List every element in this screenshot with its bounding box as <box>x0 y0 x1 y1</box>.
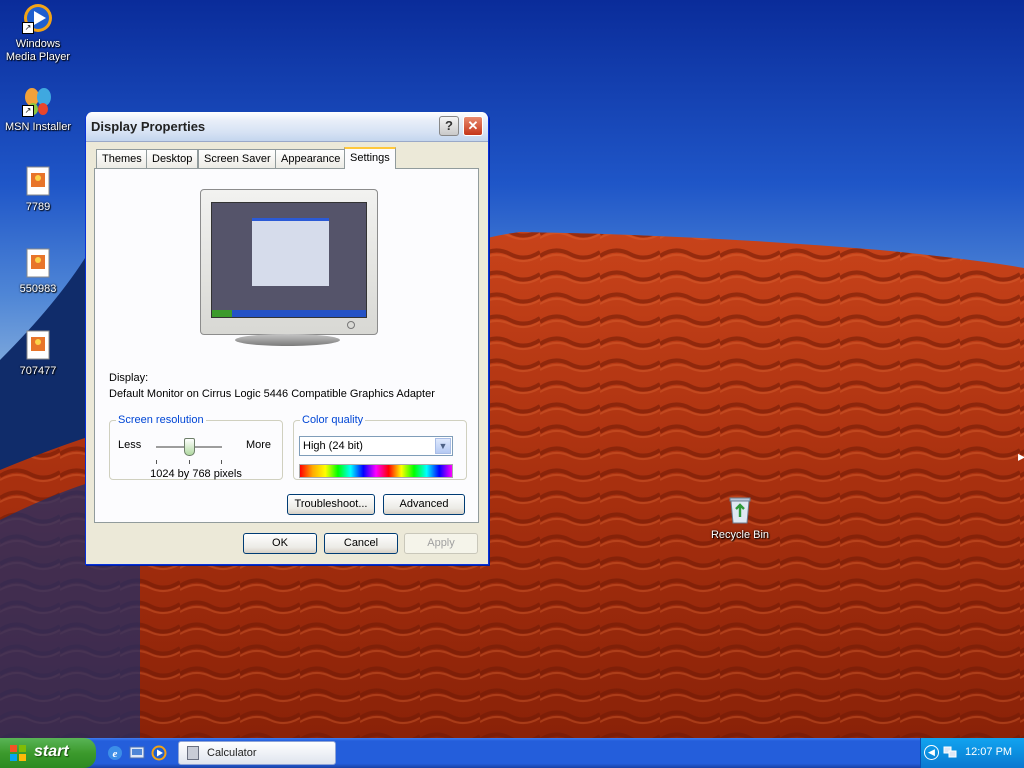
less-label: Less <box>118 439 142 451</box>
windows-logo-icon <box>10 745 26 761</box>
close-button[interactable]: ✕ <box>463 116 483 136</box>
desktop-icon-windows-media-player[interactable]: ↗ Windows Media Player <box>0 2 76 64</box>
more-label: More <box>245 439 271 451</box>
title-bar[interactable]: Display Properties ? ✕ <box>86 112 488 142</box>
settings-panel: Display: Default Monitor on Cirrus Logic… <box>94 168 479 523</box>
mouse-cursor-icon: ▸ <box>1018 448 1024 464</box>
image-file-icon <box>22 247 54 279</box>
desktop-icon-label: Windows Media Player <box>5 38 71 63</box>
start-button[interactable]: start <box>0 738 96 768</box>
image-file-icon <box>22 329 54 361</box>
chevron-left-icon[interactable]: ◀ <box>924 745 939 760</box>
start-label: start <box>34 743 69 760</box>
desktop-icon-label: MSN Installer <box>4 121 72 133</box>
tab-settings[interactable]: Settings <box>344 147 396 169</box>
windows-media-player-icon: ↗ <box>22 2 54 34</box>
resolution-slider-thumb[interactable] <box>183 438 195 456</box>
image-file-icon <box>22 165 54 197</box>
slider-tick <box>189 460 190 464</box>
desktop-icon-msn-installer[interactable]: ↗ MSN Installer <box>0 85 76 134</box>
power-button-icon <box>347 321 355 329</box>
media-player-icon[interactable] <box>150 744 168 762</box>
screen-resolution-group: Screen resolution Less More 1024 by 768 … <box>109 414 283 480</box>
show-desktop-icon[interactable] <box>128 744 146 762</box>
screen-resolution-legend: Screen resolution <box>118 414 204 426</box>
preview-taskbar <box>212 310 366 317</box>
tab-screen-saver[interactable]: Screen Saver <box>198 149 277 168</box>
desktop-icon-label: 7789 <box>25 201 51 213</box>
clock[interactable]: 12:07 PM <box>965 746 1012 758</box>
recycle-bin-icon <box>724 493 756 525</box>
slider-tick <box>156 460 157 464</box>
system-tray: ◀ 12:07 PM <box>920 738 1024 768</box>
color-spectrum-bar <box>299 464 453 478</box>
display-properties-window: Display Properties ? ✕ Themes Desktop Sc… <box>85 112 489 565</box>
troubleshoot-button[interactable]: Troubleshoot... <box>287 494 375 515</box>
window-title: Display Properties <box>91 119 206 134</box>
tab-appearance[interactable]: Appearance <box>275 149 347 168</box>
msn-butterfly-icon: ↗ <box>22 85 54 117</box>
tab-themes[interactable]: Themes <box>96 149 148 168</box>
svg-text:e: e <box>113 748 118 760</box>
monitor-stand <box>235 334 340 346</box>
taskbar-button-label: Calculator <box>207 747 257 759</box>
color-quality-value: High (24 bit) <box>303 440 363 452</box>
taskbar: start e Calculator ◀ 12:07 PM <box>0 738 1024 768</box>
calculator-icon <box>187 746 199 760</box>
internet-explorer-icon[interactable]: e <box>106 744 124 762</box>
color-quality-select[interactable]: High (24 bit) ▼ <box>299 436 453 456</box>
taskbar-button-calculator[interactable]: Calculator <box>178 741 336 765</box>
display-value: Default Monitor on Cirrus Logic 5446 Com… <box>109 388 435 400</box>
display-label: Display: <box>109 372 149 384</box>
slider-tick <box>221 460 222 464</box>
chevron-down-icon[interactable]: ▼ <box>435 438 451 454</box>
monitor-preview <box>200 189 378 335</box>
cancel-button[interactable]: Cancel <box>324 533 398 554</box>
color-quality-group: Color quality High (24 bit) ▼ <box>293 414 467 480</box>
desktop-icon-550983[interactable]: 550983 <box>0 247 76 296</box>
resolution-value: 1024 by 768 pixels <box>150 468 242 480</box>
desktop-icon-recycle-bin[interactable]: Recycle Bin <box>702 493 778 542</box>
preview-window <box>252 218 329 286</box>
color-quality-legend: Color quality <box>302 414 364 426</box>
network-icon[interactable] <box>943 745 957 759</box>
apply-button[interactable]: Apply <box>404 533 478 554</box>
desktop-icon-label: Recycle Bin <box>710 529 770 541</box>
desktop-icon-7789[interactable]: 7789 <box>0 165 76 214</box>
desktop-icon-label: 707477 <box>19 365 57 377</box>
desktop-icon-label: 550983 <box>19 283 57 295</box>
ok-button[interactable]: OK <box>243 533 317 554</box>
preview-start-button <box>212 310 232 317</box>
tab-desktop[interactable]: Desktop <box>146 149 199 168</box>
help-button[interactable]: ? <box>439 116 459 136</box>
monitor-screen <box>211 202 367 318</box>
advanced-button[interactable]: Advanced <box>383 494 465 515</box>
desktop-icon-707477[interactable]: 707477 <box>0 329 76 378</box>
